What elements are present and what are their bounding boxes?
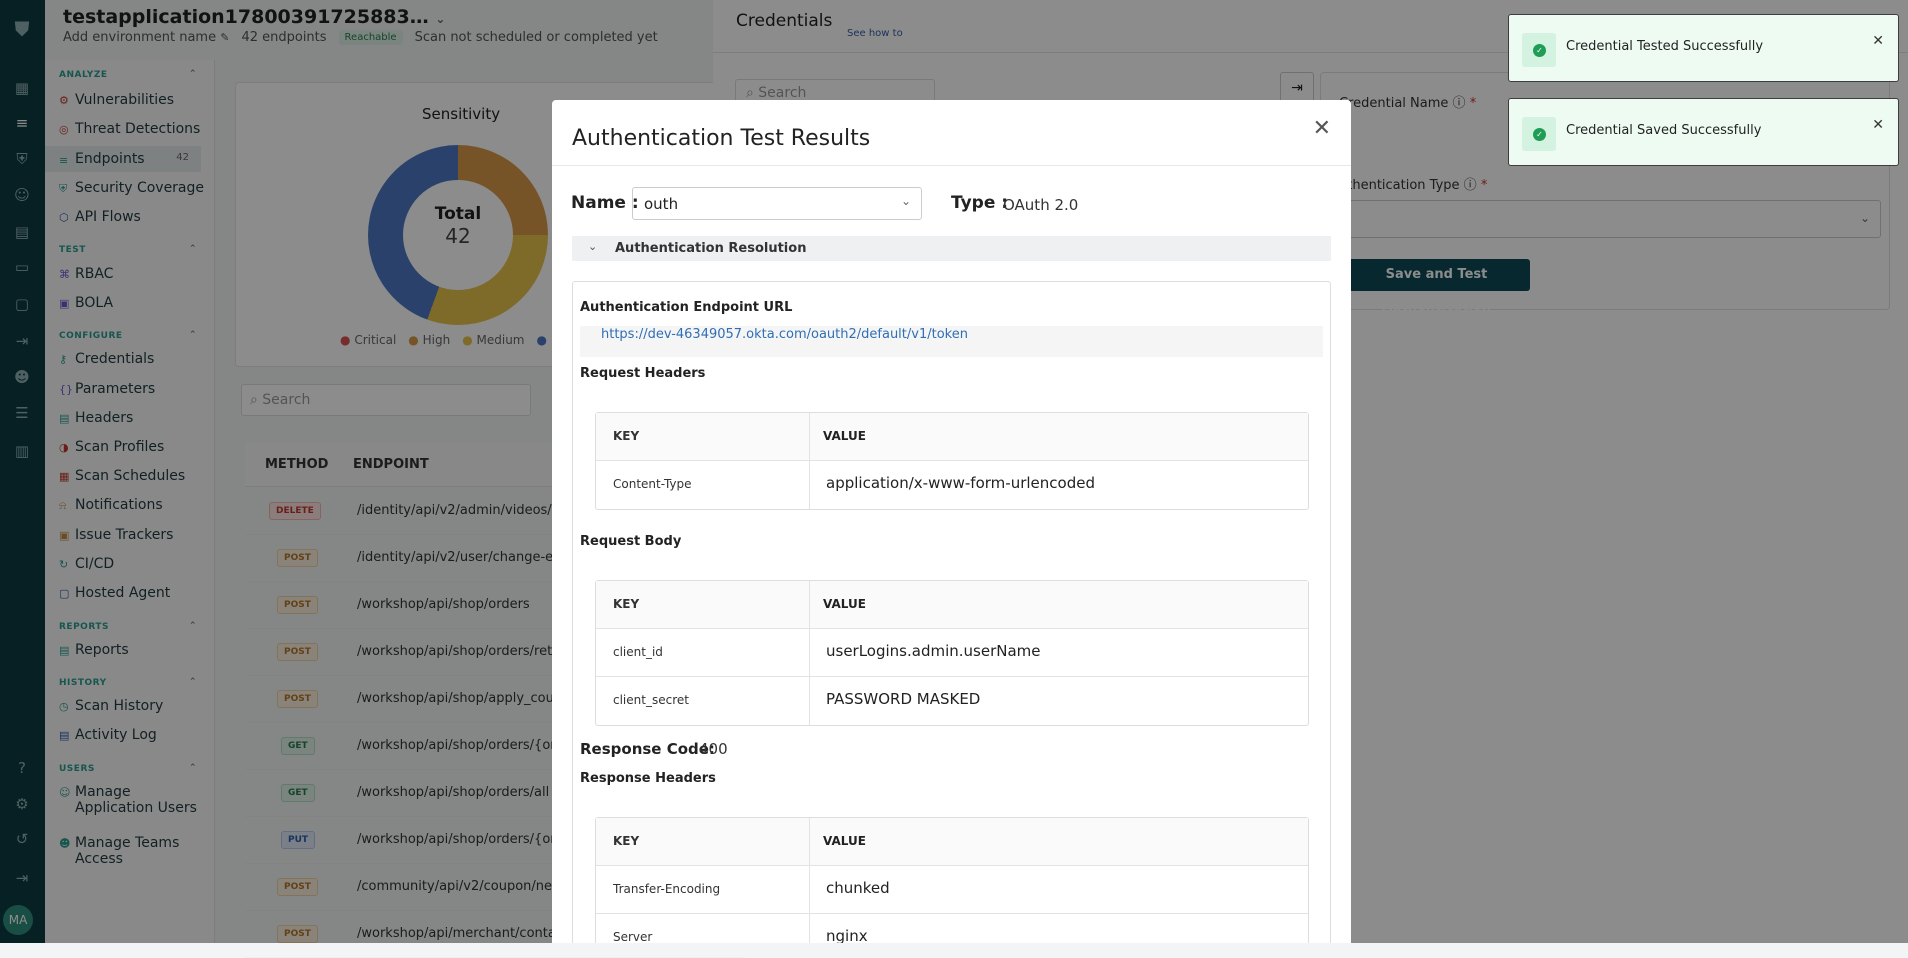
toast-saved: ✓ Credential Saved Successfully ✕ bbox=[1508, 98, 1899, 166]
chevron-down-icon: ⌄ bbox=[900, 194, 911, 208]
table-header: KEY VALUE bbox=[596, 818, 1308, 866]
modal-title: Authentication Test Results bbox=[572, 126, 871, 151]
accordion-title: Authentication Resolution bbox=[615, 241, 807, 256]
close-icon[interactable]: ✕ bbox=[1872, 33, 1884, 49]
resolution-content: Authentication Endpoint URL https://dev-… bbox=[572, 281, 1331, 943]
request-headers-label: Request Headers bbox=[580, 366, 706, 381]
toast-message: Credential Tested Successfully bbox=[1566, 39, 1764, 54]
request-body-label: Request Body bbox=[580, 534, 682, 549]
close-icon[interactable]: ✕ bbox=[1313, 116, 1331, 141]
response-code-value: 400 bbox=[699, 740, 728, 758]
type-label: Type : bbox=[951, 193, 1009, 213]
response-headers-table: KEY VALUE Transfer-Encoding chunked Server… bbox=[595, 817, 1309, 943]
endpoint-url-box: https://dev-46349057.okta.com/oauth2/def… bbox=[580, 326, 1323, 357]
table-row: client_id userLogins.admin.userName bbox=[596, 629, 1308, 677]
table-row: Content-Type application/x-www-form-urlen… bbox=[596, 461, 1308, 509]
response-headers-label: Response Headers bbox=[580, 771, 716, 786]
table-row: Server nginx bbox=[596, 914, 1308, 943]
toast-message: Credential Saved Successfully bbox=[1566, 123, 1762, 138]
request-headers-table: KEY VALUE Content-Type application/x-www-f… bbox=[595, 412, 1309, 510]
response-code-label: Response Code: bbox=[580, 740, 715, 758]
type-value: OAuth 2.0 bbox=[1003, 196, 1079, 214]
auth-test-results-modal: Authentication Test Results ✕ Name : out… bbox=[552, 100, 1351, 943]
auth-resolution-accordion[interactable]: ⌄ Authentication Resolution bbox=[572, 236, 1331, 261]
endpoint-url[interactable]: https://dev-46349057.okta.com/oauth2/def… bbox=[601, 327, 968, 342]
success-icon: ✓ bbox=[1522, 33, 1556, 67]
success-icon: ✓ bbox=[1522, 117, 1556, 151]
name-select[interactable]: outh ⌄ bbox=[632, 187, 922, 220]
table-row: Transfer-Encoding chunked bbox=[596, 866, 1308, 914]
chevron-down-icon: ⌄ bbox=[588, 240, 598, 253]
request-body-table: KEY VALUE client_id userLogins.admin.userN… bbox=[595, 580, 1309, 726]
name-label: Name : bbox=[571, 193, 639, 213]
table-header: KEY VALUE bbox=[596, 581, 1308, 629]
modal-divider bbox=[552, 165, 1351, 166]
toast-tested: ✓ Credential Tested Successfully ✕ bbox=[1508, 14, 1899, 82]
close-icon[interactable]: ✕ bbox=[1872, 117, 1884, 133]
endpoint-url-label: Authentication Endpoint URL bbox=[580, 300, 793, 315]
table-header: KEY VALUE bbox=[596, 413, 1308, 461]
table-row: client_secret PASSWORD MASKED bbox=[596, 677, 1308, 725]
